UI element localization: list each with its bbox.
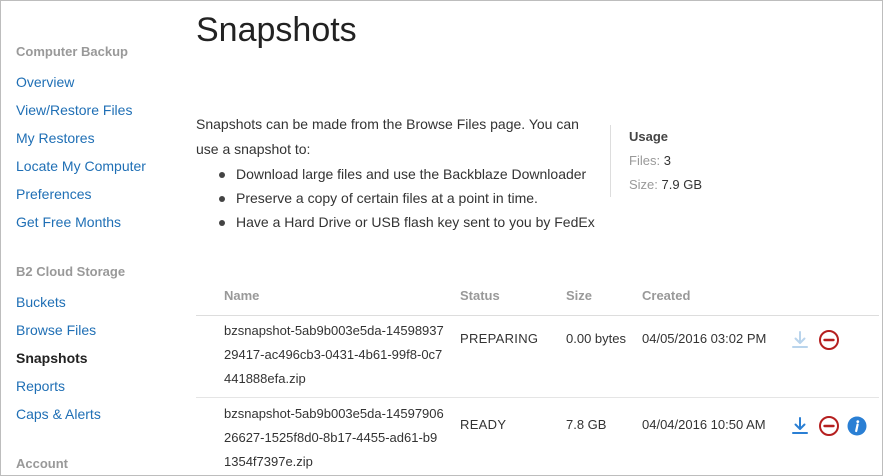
bullet-icon [219, 196, 225, 202]
sidebar-item-browse-files[interactable]: Browse Files [16, 322, 96, 338]
table-row: bzsnapshot-5ab9b003e5da-1459893729417-ac… [196, 317, 879, 398]
usage-title: Usage [629, 129, 669, 144]
sidebar-item-preferences[interactable]: Preferences [16, 186, 91, 202]
usage-files-label: Files: [629, 153, 661, 168]
snapshot-name: bzsnapshot-5ab9b003e5da-1459893729417-ac… [224, 323, 444, 386]
remove-circle-icon[interactable] [818, 415, 840, 437]
sidebar-item-buckets[interactable]: Buckets [16, 294, 66, 310]
usage-size-label: Size: [629, 177, 658, 192]
column-header-created: Created [642, 288, 691, 303]
sidebar-item-overview[interactable]: Overview [16, 74, 74, 90]
bullet-icon [219, 172, 225, 178]
snapshot-status: READY [460, 417, 507, 432]
list-item: Have a Hard Drive or USB flash key sent … [196, 210, 596, 234]
bullet-icon [219, 220, 225, 226]
sidebar-item-locate-my-computer[interactable]: Locate My Computer [16, 158, 146, 174]
remove-circle-icon[interactable] [818, 329, 840, 351]
snapshot-size: 7.8 GB [566, 417, 607, 432]
bullet-text: Have a Hard Drive or USB flash key sent … [236, 214, 595, 230]
snapshot-size: 0.00 bytes [566, 331, 626, 346]
bullet-text: Preserve a copy of certain files at a po… [236, 190, 538, 206]
page-frame: Computer Backup Overview View/Restore Fi… [0, 0, 883, 476]
column-header-name: Name [224, 288, 260, 303]
download-icon[interactable] [789, 415, 811, 437]
table-row: bzsnapshot-5ab9b003e5da-1459790626627-15… [196, 398, 879, 475]
usage-size: Size: 7.9 GB [629, 173, 702, 197]
intro-paragraph: Snapshots can be made from the Browse Fi… [196, 116, 579, 157]
sidebar-item-reports[interactable]: Reports [16, 378, 65, 394]
sidebar-item-my-restores[interactable]: My Restores [16, 130, 95, 146]
usage-panel: Usage Files: 3 Size: 7.9 GB [610, 125, 702, 197]
usage-size-value: 7.9 GB [661, 177, 702, 192]
sidebar-item-get-free-months[interactable]: Get Free Months [16, 214, 121, 230]
snapshot-name: bzsnapshot-5ab9b003e5da-1459790626627-15… [224, 406, 444, 469]
snapshot-created: 04/04/2016 10:50 AM [642, 417, 766, 432]
column-header-status: Status [460, 288, 500, 303]
sidebar-item-view-restore-files[interactable]: View/Restore Files [16, 102, 132, 118]
column-header-size: Size [566, 288, 593, 303]
sidebar-section-b2-cloud-storage: B2 Cloud Storage [16, 264, 126, 279]
download-icon [789, 329, 811, 351]
intro-bullet-list: Download large files and use the Backbla… [196, 162, 596, 234]
sidebar-section-account: Account [16, 456, 68, 471]
snapshot-created: 04/05/2016 03:02 PM [642, 331, 767, 346]
usage-files: Files: 3 [629, 149, 702, 173]
list-item: Download large files and use the Backbla… [196, 162, 596, 186]
sidebar-item-caps-alerts[interactable]: Caps & Alerts [16, 406, 101, 422]
sidebar-item-snapshots[interactable]: Snapshots [16, 350, 88, 366]
snapshot-status: PREPARING [460, 331, 539, 346]
intro-text-block: Snapshots can be made from the Browse Fi… [196, 112, 596, 234]
page-title: Snapshots [196, 11, 357, 49]
table-header: Name Status Size Created [196, 284, 879, 316]
usage-files-value: 3 [663, 153, 671, 168]
info-icon[interactable] [846, 415, 868, 437]
list-item: Preserve a copy of certain files at a po… [196, 186, 596, 210]
sidebar-section-computer-backup: Computer Backup [16, 44, 128, 59]
bullet-text: Download large files and use the Backbla… [236, 166, 587, 182]
